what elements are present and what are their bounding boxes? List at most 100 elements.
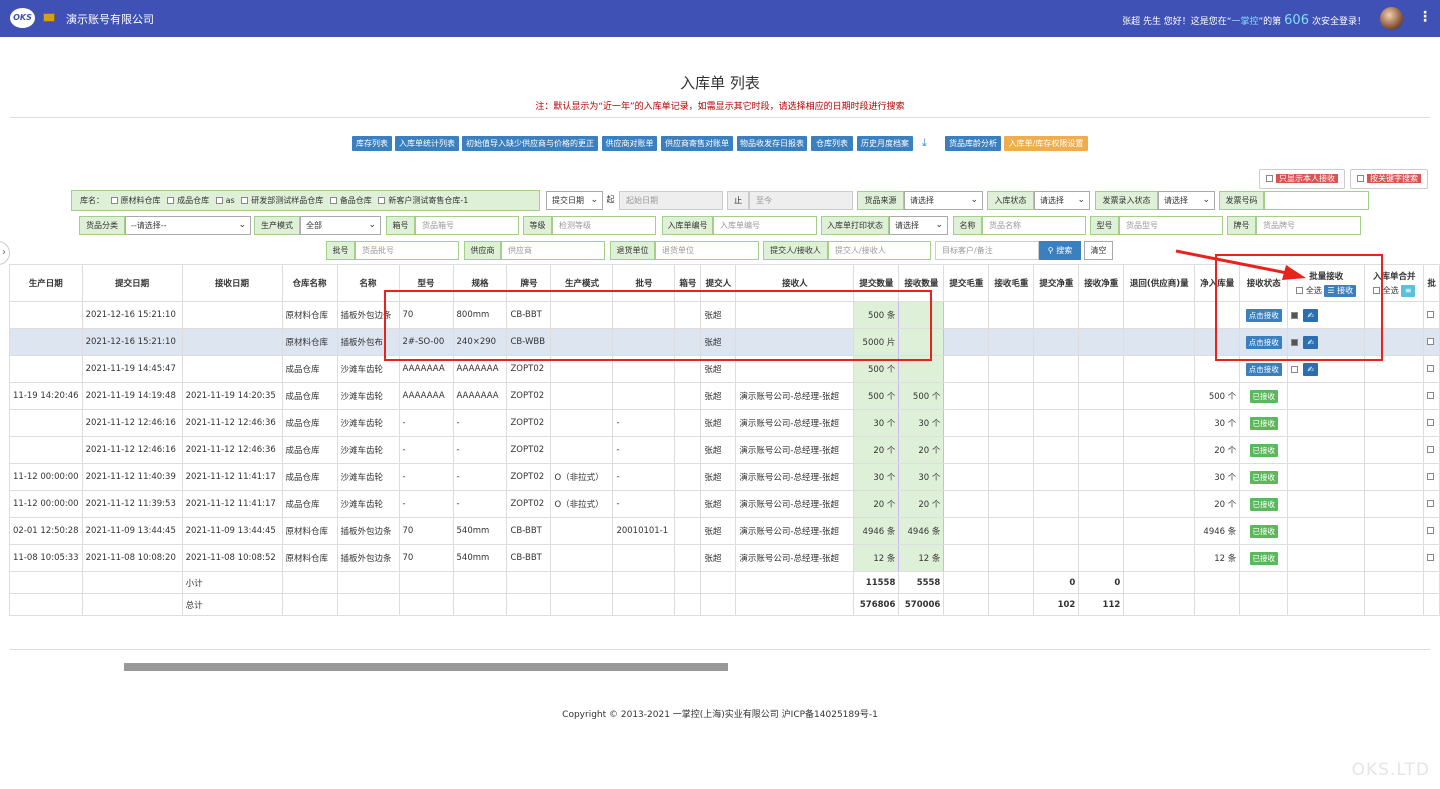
- table-row[interactable]: 2021-11-12 12:46:16 2021-11-12 12:46:36 成品…: [9, 436, 1440, 464]
- status-badge[interactable]: 已接收: [1249, 443, 1278, 457]
- table-cell: [1078, 355, 1125, 383]
- download-icon[interactable]: ⤓: [922, 136, 927, 150]
- return-unit-input[interactable]: 退货单位: [655, 241, 759, 260]
- name-input[interactable]: 货品名称: [982, 216, 1086, 235]
- nav-stock-list-button[interactable]: 库存列表: [352, 136, 392, 151]
- warehouse-checkbox[interactable]: [241, 197, 249, 204]
- table-row[interactable]: 02-01 12:50:28 2021-11-09 13:44:45 2021-11…: [9, 517, 1440, 545]
- col-header[interactable]: 提交净重: [1033, 264, 1080, 302]
- warehouse-checkbox[interactable]: [378, 197, 386, 204]
- side-expand-chevron-icon[interactable]: ›: [0, 241, 10, 265]
- sign-icon[interactable]: ✍: [1303, 362, 1319, 376]
- nav-inbound-stats-button[interactable]: 入库单统计列表: [395, 136, 459, 151]
- nav-import-fix-button[interactable]: 初始值导入缺少供应商与价格的更正: [462, 136, 598, 151]
- name-label: 名称: [953, 216, 982, 235]
- end-date-input[interactable]: 至今: [749, 191, 853, 210]
- table-cell: [506, 571, 552, 594]
- supplier-input[interactable]: 供应商: [501, 241, 605, 260]
- col-header[interactable]: 提交日期: [81, 264, 183, 302]
- company-logo[interactable]: OKS: [10, 8, 35, 28]
- col-header[interactable]: 仓库名称: [281, 264, 338, 302]
- keyword-search-toggle[interactable]: 按关键字搜索: [1350, 169, 1428, 189]
- search-button[interactable]: ⚲ 搜索: [1039, 241, 1081, 260]
- horizontal-scrollbar[interactable]: [124, 663, 728, 671]
- table-cell: -: [452, 436, 508, 464]
- table-row[interactable]: 11-12 00:00:00 2021-11-12 11:39:53 2021-11…: [9, 490, 1440, 518]
- only-mine-toggle[interactable]: 只显示本人接收: [1259, 169, 1345, 189]
- avatar[interactable]: [1380, 7, 1403, 30]
- row-checkbox[interactable]: [1427, 500, 1435, 507]
- col-header[interactable]: 接收日期: [181, 264, 283, 302]
- table-cell: 540mm: [452, 517, 508, 545]
- row-checkbox[interactable]: [1427, 311, 1435, 318]
- warehouse-checkbox[interactable]: [329, 197, 337, 204]
- nav-history-archive-button[interactable]: 历史月度档案: [857, 136, 913, 151]
- date-type-select[interactable]: 提交日期 ⌄: [546, 191, 603, 210]
- model-input[interactable]: 货品型号: [1119, 216, 1223, 235]
- status-badge[interactable]: 已接收: [1249, 470, 1278, 484]
- table-cell: [1423, 328, 1440, 356]
- nav-consign-statement-button[interactable]: 供应商寄售对账单: [661, 136, 733, 151]
- col-header[interactable]: 提交毛重: [943, 264, 990, 302]
- status-badge[interactable]: 点击接收: [1245, 362, 1282, 376]
- invoice-no-input[interactable]: [1264, 191, 1369, 210]
- order-no-input[interactable]: 入库单编号: [713, 216, 817, 235]
- table-cell: [1423, 544, 1440, 572]
- warehouse-checkbox[interactable]: [167, 197, 175, 204]
- table-cell: [281, 571, 338, 594]
- row-checkbox[interactable]: [1427, 554, 1435, 561]
- box-input[interactable]: 货品箱号: [415, 216, 519, 235]
- clear-button[interactable]: 清空: [1084, 241, 1113, 260]
- start-date-input[interactable]: 起始日期: [619, 191, 723, 210]
- nav-warehouse-list-button[interactable]: 仓库列表: [811, 136, 853, 151]
- batch-input[interactable]: 货品批号: [355, 241, 459, 260]
- table-row[interactable]: 11-19 14:20:46 2021-11-19 14:19:48 2021-11…: [9, 382, 1440, 410]
- grade-input[interactable]: 检测等级: [552, 216, 656, 235]
- print-status-select[interactable]: 请选择 ⌄: [889, 216, 948, 235]
- status-badge[interactable]: 已接收: [1249, 551, 1278, 565]
- nav-daily-report-button[interactable]: 物品收发存日报表: [737, 136, 807, 151]
- login-count: 606: [1284, 13, 1309, 28]
- target-customer-input[interactable]: 目标客户/备注: [935, 241, 1039, 260]
- row-checkbox[interactable]: [1427, 473, 1435, 480]
- table-cell: 沙滩车齿轮: [336, 490, 400, 518]
- table-row[interactable]: 11-08 10:05:33 2021-11-08 10:08:20 2021-11…: [9, 544, 1440, 572]
- warehouse-checkbox[interactable]: [215, 197, 223, 204]
- page-note: 注：默认显示为“近一年”的入库单记录，如需显示其它时段，请选择相应的日期时段进行…: [535, 102, 905, 112]
- col-header[interactable]: 接收净重: [1078, 264, 1125, 302]
- category-select[interactable]: --请选择-- ⌄: [125, 216, 251, 235]
- row-checkbox[interactable]: [1427, 338, 1435, 345]
- row-checkbox[interactable]: [1427, 392, 1435, 399]
- row-checkbox[interactable]: [1427, 365, 1435, 372]
- nav-supplier-statement-button[interactable]: 供应商对账单: [602, 136, 657, 151]
- table-cell: 演示账号公司-总经理-张超: [735, 409, 855, 437]
- row-checkbox[interactable]: [1427, 419, 1435, 426]
- nav-age-analysis-button[interactable]: 货品库龄分析: [945, 136, 1001, 151]
- merge-icon[interactable]: ≡: [1401, 284, 1416, 297]
- row-checkbox[interactable]: [1427, 446, 1435, 453]
- more-menu-icon[interactable]: ⋮: [1418, 10, 1432, 24]
- brand-input[interactable]: 货品牌号: [1256, 216, 1361, 235]
- status-badge[interactable]: 已接收: [1249, 524, 1278, 538]
- status-badge[interactable]: 已接收: [1249, 389, 1278, 403]
- row-checkbox[interactable]: [1291, 365, 1299, 373]
- source-select[interactable]: 请选择 ⌄: [904, 191, 983, 210]
- row-checkbox[interactable]: [1427, 527, 1435, 534]
- nav-permission-button[interactable]: 入库单/库存权限设置: [1004, 136, 1088, 151]
- table-cell: [1123, 328, 1196, 356]
- status-badge[interactable]: 已接收: [1249, 416, 1278, 430]
- mode-select[interactable]: 全部 ⌄: [300, 216, 381, 235]
- status-badge[interactable]: 已接收: [1249, 497, 1278, 511]
- table-cell: 演示账号公司-总经理-张超: [735, 544, 855, 572]
- table-row[interactable]: 11-12 00:00:00 2021-11-12 11:40:39 2021-11…: [9, 463, 1440, 491]
- table-cell: 70: [398, 544, 454, 572]
- warehouse-checkbox[interactable]: [110, 197, 118, 204]
- submit-qty-cell: 20 个: [853, 490, 900, 518]
- in-status-select[interactable]: 请选择 ⌄: [1034, 191, 1090, 210]
- invoice-status-select[interactable]: 请选择 ⌄: [1158, 191, 1215, 210]
- col-header[interactable]: 生产日期: [9, 264, 83, 302]
- submitter-input[interactable]: 提交人/接收人: [828, 241, 931, 260]
- table-cell: [1423, 490, 1440, 518]
- table-row[interactable]: 2021-11-12 12:46:16 2021-11-12 12:46:36 成品…: [9, 409, 1440, 437]
- col-header[interactable]: 接收毛重: [988, 264, 1035, 302]
